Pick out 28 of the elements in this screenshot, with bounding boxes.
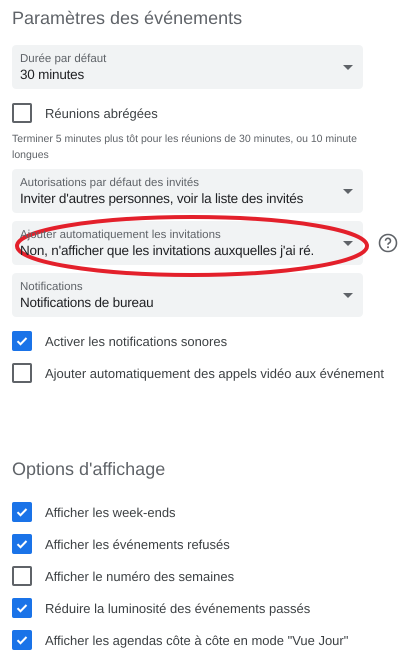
- checkbox[interactable]: [12, 502, 32, 522]
- section-title: Paramètres des événements: [12, 8, 244, 29]
- caret-icon: [343, 292, 353, 298]
- checkbox[interactable]: [12, 103, 32, 123]
- checkbox-label: Réduire la luminosité des événements passés: [45, 600, 310, 616]
- checkbox[interactable]: [12, 630, 32, 650]
- caret-icon: [343, 64, 353, 70]
- checkbox-label: Afficher les événements refusés: [45, 536, 230, 552]
- checkbox-label: Afficher les week-ends: [45, 504, 176, 520]
- caret-icon: [343, 240, 353, 246]
- checkbox-label: Afficher les agendas côte à côte en mode "Vue Jour": [45, 632, 348, 648]
- checkbox-label: Activer les notifications sonores: [45, 334, 228, 348]
- dropdown-field[interactable]: Notifications Notifications de bureau: [12, 273, 363, 317]
- checkbox-label: Afficher le numéro des semaines: [45, 568, 234, 584]
- help-text: Terminer 5 minutes plus tôt pour les réunions de 30 minutes, ou 10 minute: [12, 132, 358, 147]
- checkbox[interactable]: [12, 566, 32, 586]
- checkbox[interactable]: [12, 534, 32, 554]
- help-icon[interactable]: [378, 233, 398, 253]
- caret-icon: [343, 188, 353, 194]
- section-title: Options d'affichage: [12, 459, 166, 480]
- checkbox-label: Ajouter automatiquement des appels vidéo aux événement: [45, 366, 384, 380]
- checkbox[interactable]: [12, 363, 32, 383]
- dropdown-field[interactable]: Autorisations par défaut des invités Inviter d'autres personnes, voir la liste des invités: [12, 169, 363, 213]
- dropdown-field[interactable]: Durée par défaut 30 minutes: [12, 45, 363, 89]
- checkbox[interactable]: [12, 598, 32, 618]
- checkbox-label: Réunions abrégées: [45, 106, 158, 120]
- help-text: longues: [12, 148, 50, 163]
- checkbox[interactable]: [12, 331, 32, 351]
